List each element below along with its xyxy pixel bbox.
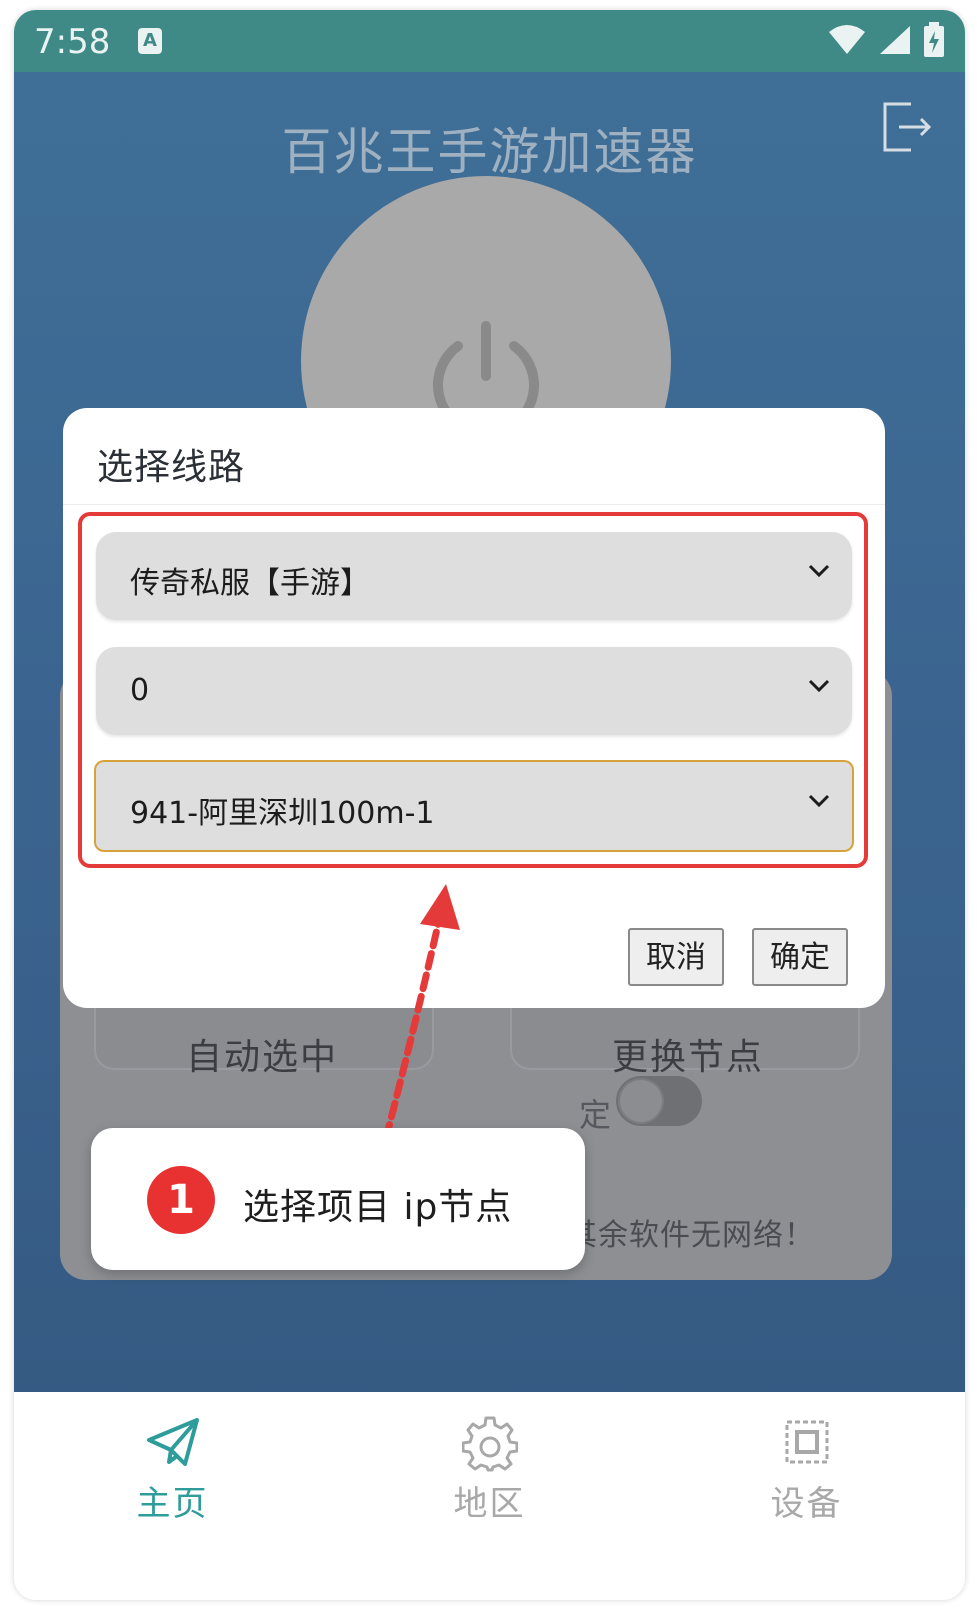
dialog-divider [63,504,885,505]
nav-device-label: 设备 [770,1484,843,1524]
annotation-arrow [382,884,460,1142]
confirm-button[interactable]: 确定 [752,928,848,986]
signal-icon [879,26,910,54]
wifi-icon [828,25,865,54]
highlight-annotation-box [78,512,868,868]
phone-screen: 7:58 A 百兆王手游加速器 自动选中 更换节点 定 主页 地区 设备 选择线… [14,10,965,1600]
gear-icon [461,1416,518,1472]
status-icons [821,22,945,62]
status-time: 7:58 [34,22,111,62]
nav-device[interactable]: 设备 [648,1392,965,1600]
nav-home[interactable]: 主页 [14,1392,331,1600]
step-number-badge: 1 [147,1166,215,1234]
nav-region[interactable]: 地区 [331,1392,648,1600]
bottom-nav: 主页 地区 设备 [14,1392,965,1600]
dialog-title: 选择线路 [97,447,246,488]
status-bar: 7:58 A [14,10,965,72]
status-notification-icon: A [138,28,162,54]
chip-icon [785,1420,828,1464]
step-callout: 1 选择项目 ip节点 [91,1128,585,1270]
nav-home-label: 主页 [136,1484,209,1524]
step-callout-text: 选择项目 ip节点 [243,1187,513,1228]
cancel-button[interactable]: 取消 [628,928,724,986]
paper-plane-icon [146,1418,199,1466]
battery-icon [924,22,944,57]
nav-region-label: 地区 [453,1484,526,1524]
